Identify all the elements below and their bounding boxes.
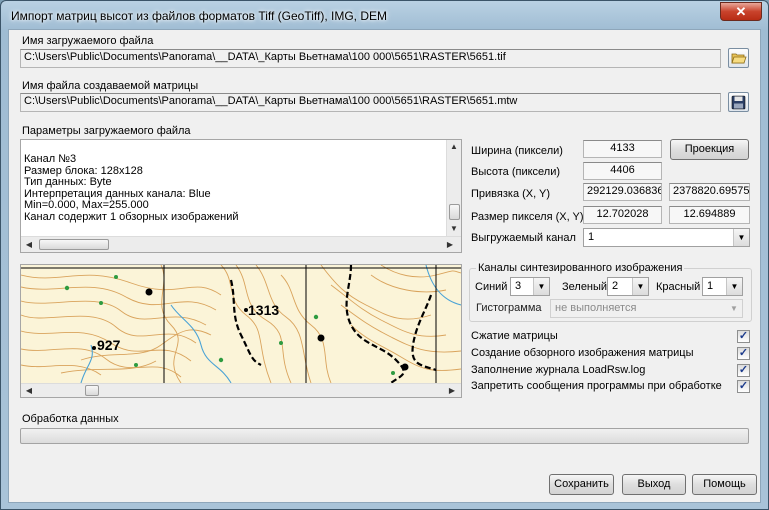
checkmark-icon: ✓ [738,347,749,359]
scroll-down-arrow-icon[interactable]: ▼ [447,222,461,236]
open-folder-icon [731,53,747,64]
input-file-field[interactable]: C:\Users\Public\Documents\Panorama\__DAT… [20,49,721,68]
height-value: 4406 [583,162,662,180]
window-title: Импорт матриц высот из файлов форматов T… [11,9,388,23]
map-preview[interactable]: 927 1313 ◀ ▶ [20,264,462,398]
help-button[interactable]: Помощь [692,474,757,495]
synth-channels-title: Каналы синтезированного изображения [476,262,685,274]
save-disk-icon [731,95,746,110]
map-hscroll-thumb[interactable] [85,385,99,396]
browse-input-button[interactable] [728,48,749,68]
chevron-down-icon[interactable]: ▼ [533,278,549,295]
chevron-down-icon[interactable]: ▼ [733,229,749,246]
topographic-map-image: 927 1313 [21,265,461,384]
blue-channel-select[interactable]: 3 ▼ [510,277,550,296]
option-label-overview: Создание обзорного изображения матрицы [471,347,694,359]
green-channel-select[interactable]: 2 ▼ [607,277,649,296]
pixel-size-label: Размер пикселя (X, Y) [471,211,584,223]
checkmark-icon: ✓ [738,380,749,392]
projection-button[interactable]: Проекция [670,139,749,160]
width-value: 4133 [583,140,662,158]
params-hscroll-thumb[interactable] [39,239,109,250]
scroll-right-arrow-icon[interactable]: ▶ [443,238,457,252]
map-elevation-label-a: 927 [97,337,121,353]
blue-channel-label: Синий [475,281,508,293]
exit-button[interactable]: Выход [622,474,686,495]
chevron-down-icon[interactable]: ▼ [632,278,648,295]
output-file-field[interactable]: C:\Users\Public\Documents\Panorama\__DAT… [20,93,721,112]
save-button[interactable]: Сохранить [549,474,614,495]
histogram-value: не выполняется [555,302,637,314]
input-file-label: Имя загружаемого файла [22,35,154,47]
red-channel-label: Красный [656,281,701,293]
option-checkbox-overview[interactable]: ✓ [737,347,750,360]
map-horizontal-scrollbar[interactable]: ◀ ▶ [21,383,461,397]
width-label: Ширина (пиксели) [471,145,563,157]
height-label: Высота (пиксели) [471,166,561,178]
option-label-log: Заполнение журнала LoadRsw.log [471,364,646,376]
chevron-down-icon[interactable]: ▼ [726,278,742,295]
title-bar[interactable]: Импорт матриц высот из файлов форматов T… [1,1,768,29]
blue-channel-value: 3 [515,280,522,292]
file-params-textbox[interactable]: Канал №3 Размер блока: 128x128 Тип данны… [20,139,462,253]
scroll-left-arrow-icon[interactable]: ◀ [22,238,36,252]
channel-select[interactable]: 1 ▼ [583,228,750,247]
output-file-label: Имя файла создаваемой матрицы [22,80,199,92]
browse-output-button[interactable] [728,92,749,112]
option-checkbox-log[interactable]: ✓ [737,364,750,377]
params-vertical-scrollbar[interactable]: ▲ ▼ [446,140,461,236]
checkmark-icon: ✓ [738,330,749,342]
chevron-down-icon[interactable]: ▼ [726,300,742,317]
option-checkbox-compress[interactable]: ✓ [737,330,750,343]
option-label-suppress: Запретить сообщения программы при обрабо… [471,380,722,392]
green-channel-label: Зеленый [562,281,608,293]
dialog-window: Импорт матриц высот из файлов форматов T… [0,0,769,510]
anchor-x-value: 292129.036836 [583,183,662,201]
close-button[interactable]: ✕ [720,2,762,21]
option-checkbox-suppress[interactable]: ✓ [737,380,750,393]
red-channel-select[interactable]: 1 ▼ [702,277,743,296]
processing-progress-bar [20,428,749,444]
pixel-x-value: 12.702028 [583,206,662,224]
anchor-label: Привязка (X, Y) [471,188,551,200]
checkmark-icon: ✓ [738,364,749,376]
channel-select-value: 1 [588,231,595,243]
anchor-y-value: 2378820.695759 [669,183,750,201]
dialog-client-area: Имя загружаемого файла C:\Users\Public\D… [8,29,761,503]
map-scroll-right-arrow-icon[interactable]: ▶ [445,384,459,397]
params-horizontal-scrollbar[interactable]: ◀ ▶ [21,236,461,252]
params-vscroll-thumb[interactable] [449,204,460,220]
map-scroll-left-arrow-icon[interactable]: ◀ [22,384,36,397]
option-label-compress: Сжатие матрицы [471,330,558,342]
histogram-label: Гистограмма [476,302,542,314]
file-params-label: Параметры загружаемого файла [22,125,191,137]
processing-label: Обработка данных [22,413,119,425]
channel-label: Выгружаемый канал [471,232,576,244]
green-channel-value: 2 [612,280,619,292]
pixel-y-value: 12.694889 [669,206,750,224]
histogram-select[interactable]: не выполняется ▼ [550,299,743,318]
red-channel-value: 1 [707,280,714,292]
param-line: Канал №3 [24,153,77,165]
map-elevation-label-b: 1313 [248,302,279,318]
file-params-lines: Канал №3 Размер блока: 128x128 Тип данны… [24,153,239,224]
param-line: Канал содержит 1 обзорных изображений [24,210,239,223]
scroll-up-arrow-icon[interactable]: ▲ [447,140,461,154]
